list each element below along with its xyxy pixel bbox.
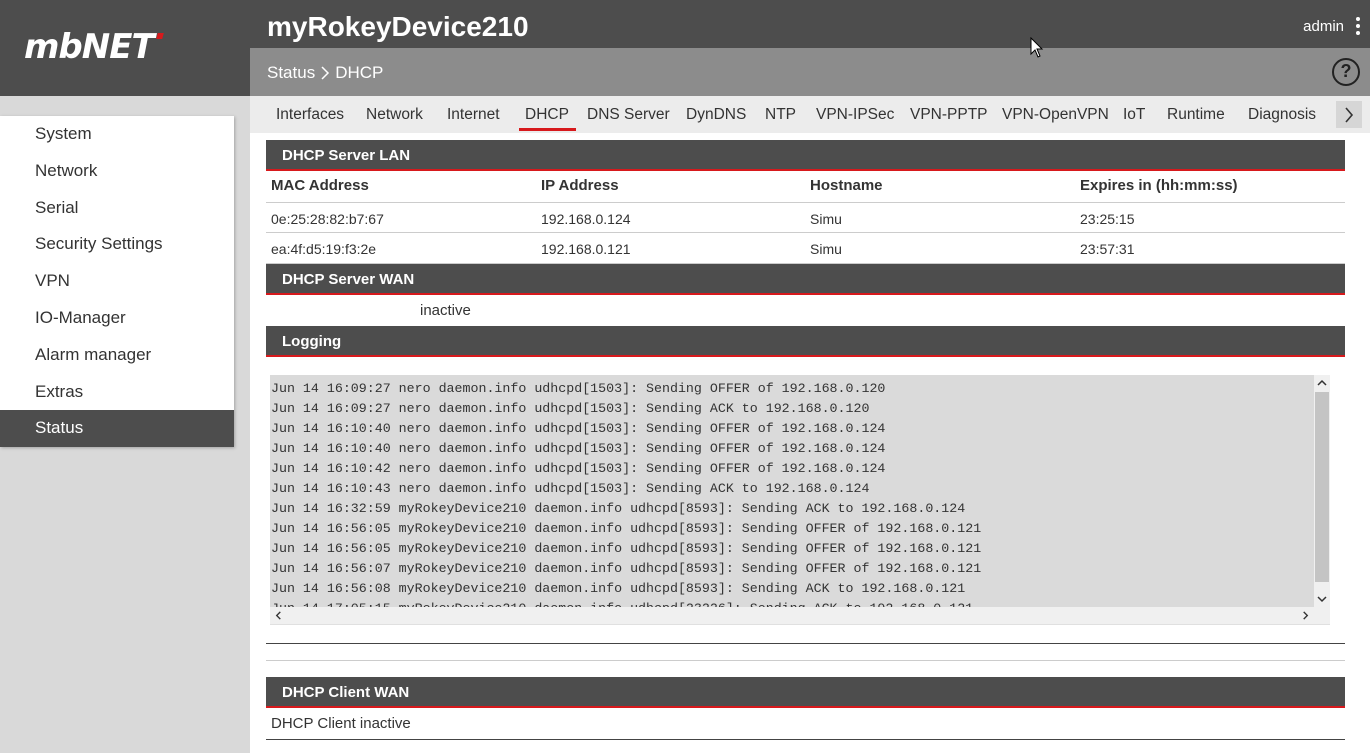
log-line: Jun 14 16:09:27 nero daemon.info udhcpd[…: [271, 381, 886, 396]
chevron-right-icon: [321, 66, 330, 80]
sidebar-item-extras[interactable]: Extras: [0, 374, 234, 411]
section-header-dhcp-server-wan: DHCP Server WAN: [266, 264, 1345, 295]
tab-vpn-ipsec[interactable]: VPN-IPSec: [816, 106, 894, 124]
tab-diagnosis[interactable]: Diagnosis: [1248, 106, 1316, 124]
log-line: Jun 14 16:09:27 nero daemon.info udhcpd[…: [271, 401, 870, 416]
tab-dhcp[interactable]: DHCP: [519, 106, 576, 131]
divider: [266, 739, 1345, 740]
section-header-dhcp-server-lan: DHCP Server LAN: [266, 140, 1345, 171]
log-lines: Jun 14 16:09:27 nero daemon.info udhcpd[…: [270, 375, 1323, 607]
mbnet-logo[interactable]: mbNET: [24, 27, 164, 67]
column-header-mac: MAC Address: [271, 177, 369, 194]
log-line: Jun 14 16:56:07 myRokeyDevice210 daemon.…: [271, 561, 982, 576]
tab-interfaces[interactable]: Interfaces: [276, 106, 344, 124]
scrollbar-thumb[interactable]: [1315, 392, 1329, 582]
tab-internet[interactable]: Internet: [447, 106, 500, 124]
tab-iot[interactable]: IoT: [1123, 106, 1145, 124]
logo-text: mbNET: [24, 27, 155, 67]
table-row: 0e:25:28:82:b7:67 192.168.0.124 Simu 23:…: [266, 202, 1345, 233]
cell-hostname: Simu: [810, 211, 842, 227]
sidebar-item-status[interactable]: Status: [0, 410, 234, 448]
log-line: Jun 14 16:56:08 myRokeyDevice210 daemon.…: [271, 581, 966, 596]
log-line: Jun 14 16:10:40 nero daemon.info udhcpd[…: [271, 441, 886, 456]
sidebar-item-io-manager[interactable]: IO-Manager: [0, 300, 234, 337]
main-content: Interfaces Network Internet DHCP DNS Ser…: [250, 96, 1370, 753]
chevron-right-icon[interactable]: [1301, 611, 1310, 620]
sidebar-item-security-settings[interactable]: Security Settings: [0, 226, 234, 263]
user-name[interactable]: admin: [1303, 18, 1344, 35]
tab-network[interactable]: Network: [366, 106, 423, 124]
sidebar-item-vpn[interactable]: VPN: [0, 263, 234, 300]
tab-dns-server[interactable]: DNS Server: [587, 106, 670, 124]
dhcp-server-wan-status: inactive: [420, 302, 471, 319]
breadcrumb-item-dhcp: DHCP: [335, 63, 384, 82]
breadcrumb: Status DHCP: [267, 63, 383, 83]
tab-dyndns[interactable]: DynDNS: [686, 106, 746, 124]
divider: [266, 660, 1345, 661]
cell-ip: 192.168.0.124: [541, 211, 631, 227]
dhcp-client-wan-status: DHCP Client inactive: [271, 715, 411, 732]
chevron-down-icon[interactable]: [1317, 594, 1327, 604]
breadcrumb-bar: Status DHCP ?: [250, 48, 1370, 96]
vertical-scrollbar[interactable]: [1314, 375, 1330, 607]
sidebar-item-alarm-manager[interactable]: Alarm manager: [0, 337, 234, 374]
tab-vpn-openvpn[interactable]: VPN-OpenVPN: [1002, 106, 1109, 124]
tab-vpn-pptp[interactable]: VPN-PPTP: [910, 106, 988, 124]
more-menu-icon[interactable]: [1354, 17, 1362, 35]
tabs-scroll-right-button[interactable]: [1336, 101, 1362, 128]
log-line: Jun 14 16:10:40 nero daemon.info udhcpd[…: [271, 421, 886, 436]
help-icon[interactable]: ?: [1332, 58, 1360, 86]
column-header-hostname: Hostname: [810, 177, 883, 194]
breadcrumb-item-status[interactable]: Status: [267, 63, 315, 83]
chevron-right-icon: [1345, 106, 1354, 123]
log-output[interactable]: Jun 14 16:09:27 nero daemon.info udhcpd[…: [270, 375, 1330, 625]
logo-dot: [155, 33, 164, 39]
cell-expires: 23:57:31: [1080, 241, 1135, 257]
mouse-cursor-icon: [1030, 37, 1044, 58]
log-line: Jun 14 16:10:43 nero daemon.info udhcpd[…: [271, 481, 870, 496]
top-bar: myRokeyDevice210 admin: [250, 0, 1370, 48]
chevron-left-icon[interactable]: [274, 611, 283, 620]
sidebar: System Network Serial Security Settings …: [0, 116, 234, 448]
tab-runtime[interactable]: Runtime: [1167, 106, 1225, 124]
log-line: Jun 14 16:10:42 nero daemon.info udhcpd[…: [271, 461, 886, 476]
chevron-up-icon[interactable]: [1317, 378, 1327, 388]
section-header-dhcp-client-wan: DHCP Client WAN: [266, 677, 1345, 708]
log-line: Jun 14 16:56:05 myRokeyDevice210 daemon.…: [271, 521, 982, 536]
cell-expires: 23:25:15: [1080, 211, 1135, 227]
cell-ip: 192.168.0.121: [541, 241, 631, 257]
sidebar-item-serial[interactable]: Serial: [0, 190, 234, 227]
cell-mac: 0e:25:28:82:b7:67: [271, 211, 384, 227]
section-header-logging: Logging: [266, 326, 1345, 357]
sidebar-item-network[interactable]: Network: [0, 153, 234, 190]
sidebar-item-system[interactable]: System: [0, 116, 234, 153]
cell-mac: ea:4f:d5:19:f3:2e: [271, 241, 377, 257]
log-line: Jun 14 17:05:15 myRokeyDevice210 daemon.…: [271, 599, 1323, 607]
horizontal-scrollbar[interactable]: [270, 607, 1330, 624]
divider: [266, 643, 1345, 644]
column-header-ip: IP Address: [541, 177, 619, 194]
log-line: Jun 14 16:56:05 myRokeyDevice210 daemon.…: [271, 541, 982, 556]
log-line: Jun 14 16:32:59 myRokeyDevice210 daemon.…: [271, 501, 966, 516]
tab-ntp[interactable]: NTP: [765, 106, 796, 124]
column-header-expires: Expires in (hh:mm:ss): [1080, 177, 1238, 194]
tab-bar: Interfaces Network Internet DHCP DNS Ser…: [250, 96, 1370, 133]
cell-hostname: Simu: [810, 241, 842, 257]
device-title: myRokeyDevice210: [267, 11, 529, 42]
table-row: ea:4f:d5:19:f3:2e 192.168.0.121 Simu 23:…: [266, 233, 1345, 264]
logo-area: mbNET: [0, 0, 250, 96]
